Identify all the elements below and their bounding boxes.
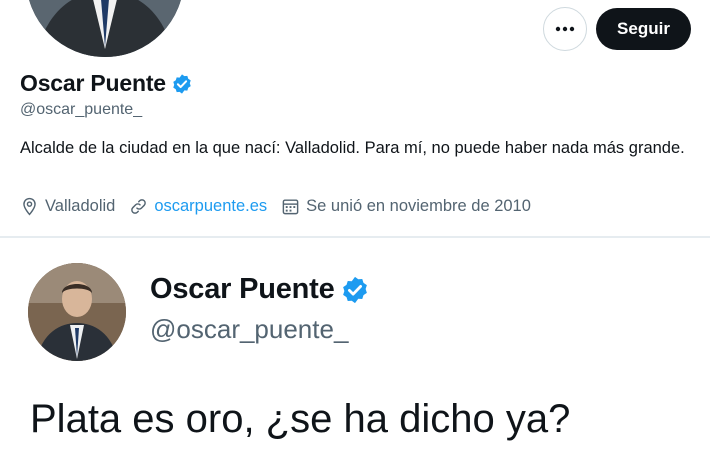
profile-header: Seguir Oscar Puente @oscar_puente_ Alcal… xyxy=(0,0,710,236)
calendar-icon xyxy=(282,199,299,215)
tweet-avatar[interactable] xyxy=(28,263,126,361)
location-pin-icon xyxy=(23,197,36,216)
more-options-button[interactable] xyxy=(543,7,587,51)
verified-badge-icon xyxy=(171,73,193,95)
verified-badge-icon xyxy=(340,275,370,305)
profile-avatar[interactable] xyxy=(22,0,188,61)
link-icon xyxy=(131,199,147,214)
profile-joined: Se unió en noviembre de 2010 xyxy=(281,197,531,216)
tweet-text: Plata es oro, ¿se ha dicho ya? xyxy=(30,397,571,441)
profile-meta: Valladolid oscarpuente.es Se unió en nov… xyxy=(20,197,545,216)
website-link[interactable]: oscarpuente.es xyxy=(154,197,267,216)
tweet-author-handle[interactable]: @oscar_puente_ xyxy=(150,314,348,345)
follow-button[interactable]: Seguir xyxy=(596,8,691,50)
tweet-author-name[interactable]: Oscar Puente xyxy=(150,273,335,306)
section-divider xyxy=(0,236,710,238)
profile-bio: Alcalde de la ciudad en la que nací: Val… xyxy=(20,139,685,157)
profile-website[interactable]: oscarpuente.es xyxy=(129,197,267,216)
profile-handle: @oscar_puente_ xyxy=(20,101,143,118)
profile-name: Oscar Puente xyxy=(20,70,166,96)
location-text: Valladolid xyxy=(45,197,116,215)
profile-name-row: Oscar Puente xyxy=(20,70,193,97)
tweet-name-row: Oscar Puente xyxy=(150,273,370,306)
profile-location: Valladolid xyxy=(20,197,115,216)
more-options-icon xyxy=(555,26,575,32)
joined-text: Se unió en noviembre de 2010 xyxy=(306,197,531,215)
